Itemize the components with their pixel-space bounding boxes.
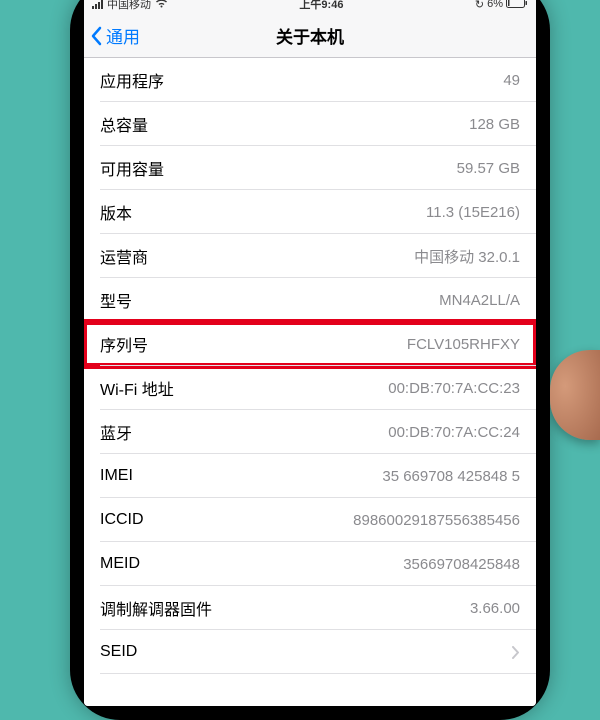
row-value: 49 (503, 72, 520, 89)
finger (550, 350, 600, 440)
row-label: ICCID (100, 511, 144, 529)
row-imei[interactable]: IMEI 35 669708 425848 5 (84, 454, 536, 498)
row-value: 59.57 GB (457, 160, 520, 177)
battery-icon (506, 0, 528, 11)
row-available[interactable]: 可用容量 59.57 GB (84, 146, 536, 190)
row-label: 调制解调器固件 (100, 596, 212, 620)
row-value: 35 669708 425848 5 (382, 468, 520, 485)
screen: 中国移动 上午9:46 ↻ 6% 通用 关于本机 应用程序 49 (84, 0, 536, 706)
carrier-label: 中国移动 (107, 0, 151, 12)
page-title: 关于本机 (84, 23, 536, 48)
row-label: 运营商 (100, 244, 148, 268)
clock: 上午9:46 (299, 0, 343, 12)
status-left: 中国移动 (92, 0, 168, 12)
row-value: 128 GB (469, 116, 520, 133)
row-label: 可用容量 (100, 156, 164, 180)
row-model[interactable]: 型号 MN4A2LL/A (84, 278, 536, 322)
row-value: 00:DB:70:7A:CC:23 (388, 380, 520, 397)
chevron-right-icon (512, 646, 520, 659)
row-label: 序列号 (100, 332, 148, 356)
nav-bar: 通用 关于本机 (84, 14, 536, 58)
row-serial[interactable]: 序列号 FCLV105RHFXY (84, 322, 536, 366)
row-carrier[interactable]: 运营商 中国移动 32.0.1 (84, 234, 536, 278)
row-bluetooth[interactable]: 蓝牙 00:DB:70:7A:CC:24 (84, 410, 536, 454)
status-bar: 中国移动 上午9:46 ↻ 6% (84, 0, 536, 14)
row-label: MEID (100, 555, 140, 573)
row-value: 3.66.00 (470, 600, 520, 617)
row-value: 89860029187556385456 (353, 512, 520, 529)
status-right: ↻ 6% (475, 0, 528, 11)
signal-icon (92, 0, 103, 9)
row-value: 35669708425848 (403, 556, 520, 573)
back-label: 通用 (106, 23, 140, 48)
row-value: MN4A2LL/A (439, 292, 520, 309)
row-value: FCLV105RHFXY (407, 336, 520, 353)
row-capacity[interactable]: 总容量 128 GB (84, 102, 536, 146)
row-modem-firmware[interactable]: 调制解调器固件 3.66.00 (84, 586, 536, 630)
battery-percent: 6% (487, 0, 503, 10)
row-label: Wi-Fi 地址 (100, 376, 174, 400)
row-apps[interactable]: 应用程序 49 (84, 58, 536, 102)
row-meid[interactable]: MEID 35669708425848 (84, 542, 536, 586)
back-button[interactable]: 通用 (84, 23, 140, 48)
row-version[interactable]: 版本 11.3 (15E216) (84, 190, 536, 234)
sync-icon: ↻ (475, 0, 484, 11)
row-label: 版本 (100, 200, 132, 224)
row-label: 型号 (100, 288, 132, 312)
row-label: 应用程序 (100, 68, 164, 92)
chevron-left-icon (90, 26, 102, 46)
row-label: 总容量 (100, 112, 148, 136)
row-iccid[interactable]: ICCID 89860029187556385456 (84, 498, 536, 542)
row-value: 00:DB:70:7A:CC:24 (388, 424, 520, 441)
row-label: 蓝牙 (100, 420, 132, 444)
phone-frame: 中国移动 上午9:46 ↻ 6% 通用 关于本机 应用程序 49 (70, 0, 550, 720)
settings-list[interactable]: 应用程序 49 总容量 128 GB 可用容量 59.57 GB 版本 11.3 (15… (84, 58, 536, 706)
row-wifi-address[interactable]: Wi-Fi 地址 00:DB:70:7A:CC:23 (84, 366, 536, 410)
row-label: SEID (100, 643, 137, 661)
wifi-icon (155, 0, 168, 11)
row-value: 中国移动 32.0.1 (414, 246, 520, 267)
row-seid[interactable]: SEID (84, 630, 536, 674)
row-value: 11.3 (15E216) (426, 204, 520, 221)
row-label: IMEI (100, 467, 133, 485)
